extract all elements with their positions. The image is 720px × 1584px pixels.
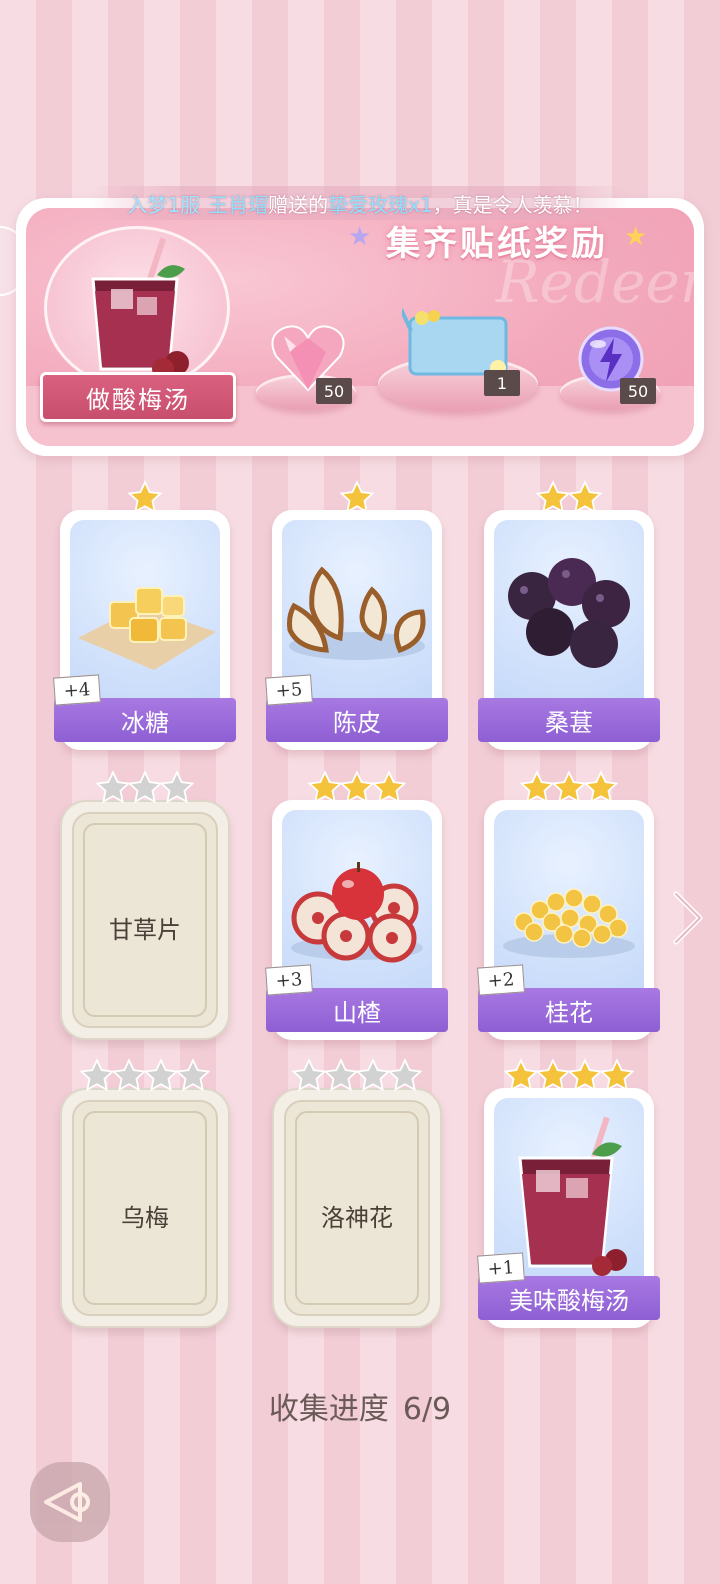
marquee-text: 赠送的	[268, 192, 329, 217]
card-name-band: 美味酸梅汤	[478, 1276, 660, 1320]
task-label-text: 做酸梅汤	[86, 385, 190, 414]
card-name: 桂花	[545, 998, 593, 1027]
progress-value: 6/9	[402, 1392, 452, 1427]
card-name: 美味酸梅汤	[509, 1286, 629, 1315]
star-rating	[60, 1058, 230, 1098]
star-gold-icon	[519, 770, 555, 804]
star-gray-icon	[79, 1058, 115, 1092]
card-name: 洛神花	[321, 1204, 393, 1232]
locked-card-frame: 乌梅	[60, 1088, 230, 1328]
star-gold-icon	[371, 770, 407, 804]
reward-count: 50	[620, 378, 656, 404]
progress-label: 收集进度	[268, 1392, 389, 1427]
star-gold-icon	[307, 770, 343, 804]
orange-peel-icon	[287, 566, 426, 660]
star-rating	[272, 480, 442, 520]
star-gold-icon	[339, 480, 375, 514]
star-gray-icon	[175, 1058, 211, 1092]
blue-ticket-drink-icon[interactable]	[402, 306, 512, 378]
star-gray-icon	[387, 1058, 423, 1092]
marquee-text-end: ，真是令人羡慕！	[432, 192, 593, 217]
card-name: 冰糖	[121, 708, 169, 737]
star-gray-icon	[291, 1058, 327, 1092]
star-gold-icon	[599, 1058, 635, 1092]
sticker-card-plum-drink[interactable]: +1 美味酸梅汤	[477, 1058, 660, 1328]
collection-progress: 收集进度 6/9	[0, 1384, 720, 1428]
sticker-card-orange-peel[interactable]: +5 陈皮	[265, 480, 448, 750]
card-name-band: 冰糖	[54, 698, 236, 742]
hawthorn-icon	[291, 862, 423, 963]
card-name-band: 山楂	[266, 988, 448, 1032]
marquee-player: 王肖瑁	[208, 192, 269, 217]
locked-card-frame: 洛神花	[272, 1088, 442, 1328]
marquee-server: 入梦1服	[127, 192, 201, 217]
star-rating	[484, 1058, 654, 1098]
card-name-band: 桑葚	[478, 698, 660, 742]
star-rating	[484, 480, 654, 520]
locked-card-inner: 洛神花	[284, 1100, 430, 1316]
deco-star-icon: ★	[624, 222, 648, 252]
bonus-badge: +3	[265, 964, 313, 996]
card-name-band: 陈皮	[266, 698, 448, 742]
star-gold-icon	[503, 1058, 539, 1092]
star-gold-icon	[339, 770, 375, 804]
deco-star-icon: ★	[348, 222, 372, 252]
sticker-card-roselle-locked[interactable]: 洛神花	[272, 1058, 442, 1328]
card-name: 山楂	[333, 998, 381, 1027]
star-gray-icon	[143, 1058, 179, 1092]
star-gold-icon	[551, 770, 587, 804]
star-gold-icon	[567, 1058, 603, 1092]
star-gray-icon	[355, 1058, 391, 1092]
card-name: 陈皮	[333, 708, 381, 737]
star-gray-icon	[95, 770, 131, 804]
star-rating	[272, 1058, 442, 1098]
star-gray-icon	[323, 1058, 359, 1092]
locked-card-inner: 甘草片	[72, 812, 218, 1028]
reward-count: 1	[484, 370, 520, 396]
star-gray-icon	[127, 770, 163, 804]
star-gray-icon	[111, 1058, 147, 1092]
rock-sugar-icon	[78, 587, 216, 670]
bonus-badge: +5	[265, 674, 313, 706]
star-gold-icon	[127, 480, 163, 514]
sticker-card-licorice-locked[interactable]: 甘草片	[60, 770, 230, 1040]
sticker-card-smoked-plum-locked[interactable]: 乌梅	[60, 1058, 230, 1328]
sticker-card-rock-sugar[interactable]: +4 冰糖	[53, 480, 236, 750]
plum-drink-icon	[518, 1116, 627, 1276]
card-name: 乌梅	[121, 1204, 169, 1232]
sticker-card-mulberry[interactable]: 桑葚	[478, 480, 660, 750]
task-label: 做酸梅汤	[40, 372, 236, 422]
back-button[interactable]	[30, 1462, 110, 1542]
star-gray-icon	[159, 770, 195, 804]
bonus-badge: +1	[477, 1252, 525, 1284]
bonus-badge: +4	[53, 674, 101, 706]
reward-count: 50	[316, 378, 352, 404]
locked-card-frame: 甘草片	[60, 800, 230, 1040]
sticker-card-hawthorn[interactable]: +3 山楂	[265, 770, 448, 1040]
marquee-gift: 挚爱玫瑰x1	[328, 192, 433, 217]
announcement-marquee: 入梦1服 王肖瑁 赠送的 挚爱玫瑰x1 ，真是令人羡慕！	[90, 186, 630, 220]
star-rating	[484, 770, 654, 810]
star-gold-icon	[567, 480, 603, 514]
star-gold-icon	[583, 770, 619, 804]
star-rating	[60, 770, 230, 810]
card-name: 甘草片	[109, 916, 181, 944]
star-gold-icon	[535, 480, 571, 514]
osmanthus-icon	[503, 888, 635, 958]
bonus-badge: +2	[477, 964, 525, 996]
mulberry-icon	[508, 558, 630, 668]
back-arrow-icon	[44, 1482, 90, 1522]
reward-title: 集齐贴纸奖励	[386, 224, 608, 264]
card-name-band: 桂花	[478, 988, 660, 1032]
card-name: 桑葚	[545, 708, 593, 737]
star-rating	[272, 770, 442, 810]
sticker-card-osmanthus[interactable]: +2 桂花	[477, 770, 660, 1040]
plum-drink-icon	[91, 237, 189, 380]
next-page-arrow-icon[interactable]	[668, 890, 708, 946]
task-drink-bubble[interactable]	[44, 226, 230, 390]
star-rating	[60, 480, 230, 520]
star-gold-icon	[535, 1058, 571, 1092]
locked-card-inner: 乌梅	[72, 1100, 218, 1316]
